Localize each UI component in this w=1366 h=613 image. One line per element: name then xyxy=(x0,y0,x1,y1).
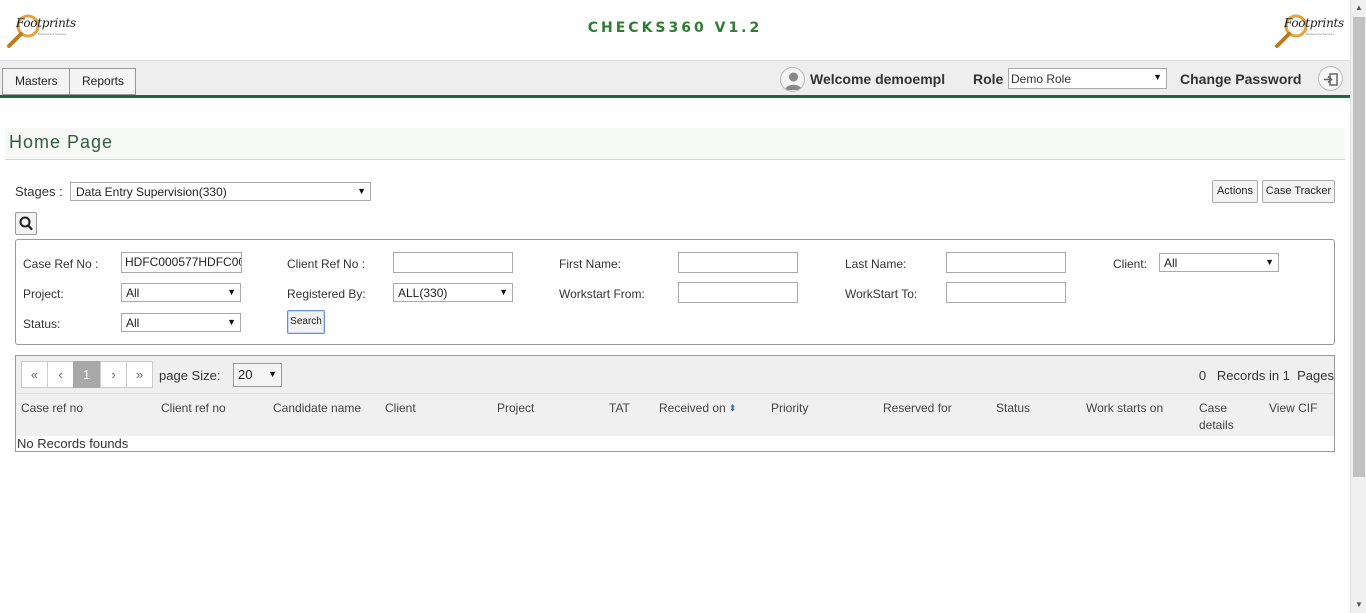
pager-next-button[interactable]: › xyxy=(100,361,127,388)
welcome-text: Welcome demoempl xyxy=(810,71,946,87)
page-title-bar: Home Page xyxy=(5,128,1345,160)
page-title: Home Page xyxy=(9,132,114,152)
col-project[interactable]: Project xyxy=(497,400,534,417)
project-select[interactable]: All ▼ xyxy=(121,283,241,302)
results-grid: « ‹ 1 › » page Size: 20 ▼ 0 Records in 1… xyxy=(15,355,1335,452)
workstart-from-label: Workstart From: xyxy=(559,287,645,301)
top-header: Footprints Background Services CHECKS360… xyxy=(0,0,1350,60)
pager-first-button[interactable]: « xyxy=(21,361,48,388)
col-case-ref[interactable]: Case ref no xyxy=(21,400,83,417)
logo-text: Footprints xyxy=(1284,16,1344,30)
last-name-label: Last Name: xyxy=(845,257,907,271)
actions-button[interactable]: Actions xyxy=(1212,180,1258,203)
case-ref-label: Case Ref No : xyxy=(23,257,99,271)
chevron-down-icon: ▼ xyxy=(357,186,366,196)
col-view-cif[interactable]: View CIF xyxy=(1269,400,1317,417)
workstart-to-input[interactable] xyxy=(946,282,1066,303)
client-label: Client: xyxy=(1113,257,1148,271)
records-text: Records in 1 Pages xyxy=(1216,368,1334,383)
client-select[interactable]: All ▼ xyxy=(1159,253,1279,272)
stages-select[interactable]: Data Entry Supervision(330) ▼ xyxy=(70,182,371,201)
records-info: 0 Records in 1 Pages xyxy=(1199,368,1334,383)
status-label: Status: xyxy=(23,317,61,331)
col-client[interactable]: Client xyxy=(385,400,416,417)
footprints-logo-right: Footprints Background Services xyxy=(1274,10,1346,50)
page-size-label: page Size: xyxy=(159,368,221,383)
last-name-input[interactable] xyxy=(946,252,1066,273)
records-count: 0 xyxy=(1198,368,1207,383)
pager: « ‹ 1 › » page Size: 20 ▼ 0 Records in 1… xyxy=(16,356,1334,394)
page-size-value: 20 xyxy=(238,367,253,382)
app-title: CHECKS360 V1.2 xyxy=(587,20,763,36)
sort-icon[interactable]: ⬍ xyxy=(729,400,737,417)
first-name-input[interactable] xyxy=(678,252,798,273)
workstart-from-input[interactable] xyxy=(678,282,798,303)
stages-label: Stages : xyxy=(15,184,63,199)
chevron-down-icon: ▼ xyxy=(1153,72,1162,82)
vertical-scrollbar[interactable]: ▲ ▼ xyxy=(1350,0,1366,613)
first-name-label: First Name: xyxy=(559,257,622,271)
search-icon xyxy=(19,216,33,231)
col-reserved-for[interactable]: Reserved for xyxy=(883,400,952,417)
chevron-down-icon: ▼ xyxy=(268,369,277,379)
logout-icon[interactable] xyxy=(1318,66,1343,91)
user-avatar-icon xyxy=(780,67,805,92)
search-toggle-button[interactable] xyxy=(15,212,37,235)
scroll-thumb[interactable] xyxy=(1353,17,1365,477)
stages-value: Data Entry Supervision(330) xyxy=(76,185,227,199)
grid-header: Case ref no Client ref no Candidate name… xyxy=(16,394,1334,436)
col-work-starts-on[interactable]: Work starts on xyxy=(1086,400,1163,417)
client-ref-input[interactable] xyxy=(393,252,513,273)
col-case-details[interactable]: Case details xyxy=(1199,400,1244,434)
status-value: All xyxy=(126,316,140,330)
client-value: All xyxy=(1164,256,1178,270)
case-ref-input[interactable]: HDFC000577HDFC000 xyxy=(121,252,242,273)
pager-prev-button[interactable]: ‹ xyxy=(47,361,74,388)
search-button[interactable]: Search xyxy=(287,310,325,334)
scroll-down-icon[interactable]: ▼ xyxy=(1351,597,1366,613)
empty-message: No Records founds xyxy=(17,436,129,451)
col-priority[interactable]: Priority xyxy=(771,400,808,417)
change-password-link[interactable]: Change Password xyxy=(1180,71,1301,87)
workstart-to-label: WorkStart To: xyxy=(845,287,918,301)
col-received-on-label: Received on xyxy=(659,401,726,415)
col-candidate-name[interactable]: Candidate name xyxy=(273,400,361,417)
project-value: All xyxy=(126,286,140,300)
case-tracker-button[interactable]: Case Tracker xyxy=(1262,180,1335,203)
client-ref-label: Client Ref No : xyxy=(287,257,366,271)
col-received-on[interactable]: Received on ⬍ xyxy=(659,400,736,417)
menu-reports[interactable]: Reports xyxy=(69,68,136,95)
status-select[interactable]: All ▼ xyxy=(121,313,241,332)
pager-last-button[interactable]: » xyxy=(126,361,153,388)
role-label: Role xyxy=(973,71,1004,87)
chevron-down-icon: ▼ xyxy=(1265,257,1274,267)
col-status[interactable]: Status xyxy=(996,400,1030,417)
col-client-ref[interactable]: Client ref no xyxy=(161,400,226,417)
chevron-down-icon: ▼ xyxy=(227,317,236,327)
registered-by-value: ALL(330) xyxy=(398,286,448,300)
registered-by-label: Registered By: xyxy=(287,287,366,301)
filter-panel: Case Ref No : HDFC000577HDFC000 Client R… xyxy=(15,239,1335,345)
chevron-down-icon: ▼ xyxy=(499,287,508,297)
registered-by-select[interactable]: ALL(330) ▼ xyxy=(393,283,513,302)
pager-current-page[interactable]: 1 xyxy=(73,361,100,388)
role-select[interactable]: Demo Role ▼ xyxy=(1008,68,1167,89)
project-label: Project: xyxy=(23,287,64,301)
menu-masters[interactable]: Masters xyxy=(2,68,70,95)
scroll-up-icon[interactable]: ▲ xyxy=(1351,0,1366,16)
chevron-down-icon: ▼ xyxy=(227,287,236,297)
logo-subtext: Background Services xyxy=(1306,32,1335,36)
page-size-select[interactable]: 20 ▼ xyxy=(233,363,282,387)
col-tat[interactable]: TAT xyxy=(609,400,630,417)
role-value: Demo Role xyxy=(1011,72,1072,86)
menu-bar: Masters Reports Welcome demoempl Role De… xyxy=(0,60,1350,98)
